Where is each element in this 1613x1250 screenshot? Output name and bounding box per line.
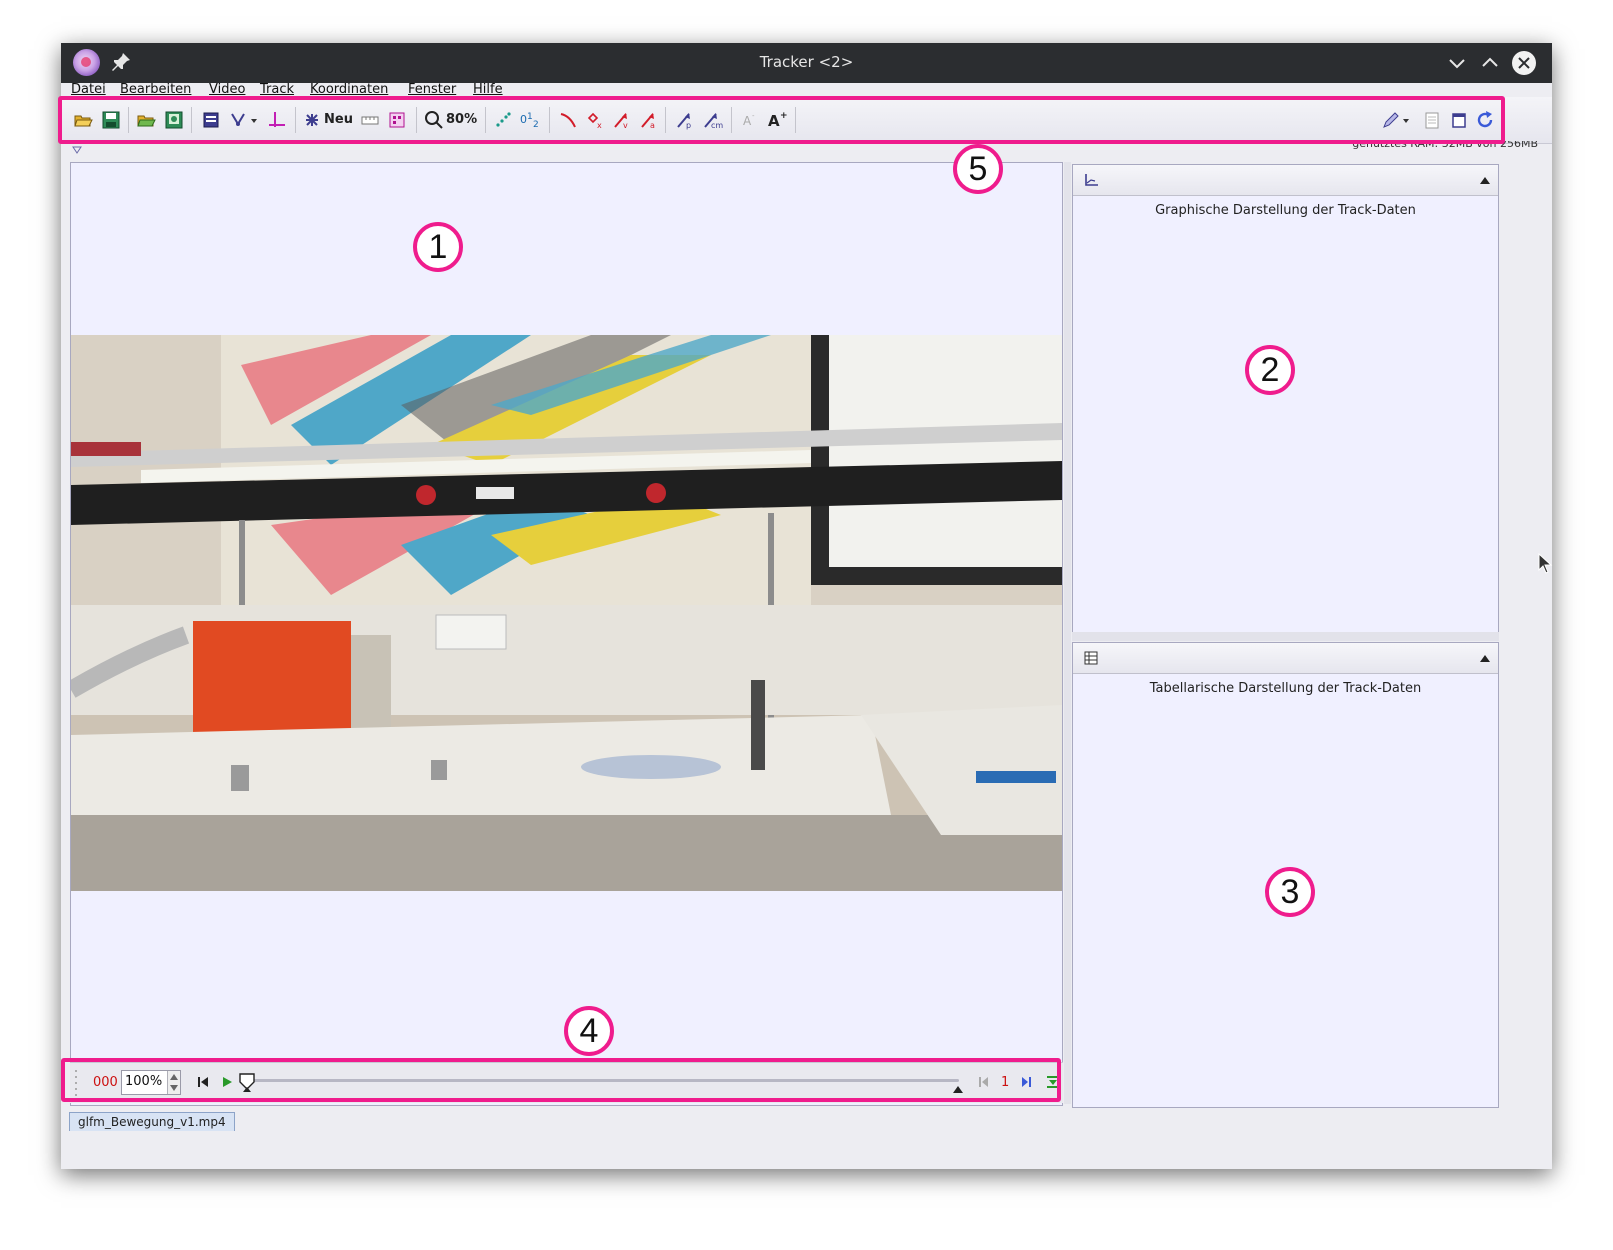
maximize-button[interactable] bbox=[1477, 50, 1503, 76]
horizontal-splitter[interactable] bbox=[1072, 632, 1499, 641]
toolbar-highlight bbox=[58, 96, 1505, 144]
expand-arrow-icon[interactable] bbox=[72, 146, 82, 154]
annotation-2: 2 bbox=[1245, 345, 1295, 395]
annotation-5: 5 bbox=[953, 144, 1003, 194]
menu-video[interactable]: Video bbox=[209, 83, 245, 97]
collapse-arrow-icon[interactable] bbox=[1480, 654, 1490, 662]
vertical-splitter[interactable] bbox=[1064, 162, 1071, 1104]
menu-datei[interactable]: Datei bbox=[71, 83, 106, 97]
minimize-button[interactable] bbox=[1444, 50, 1470, 76]
collapse-arrow-icon[interactable] bbox=[1480, 176, 1490, 184]
video-panel[interactable] bbox=[70, 162, 1063, 1106]
plot-panel-header bbox=[1073, 165, 1498, 196]
annotation-4: 4 bbox=[564, 1006, 614, 1056]
menu-track[interactable]: Track bbox=[260, 83, 294, 97]
player-bar-highlight bbox=[61, 1058, 1061, 1102]
menu-fenster[interactable]: Fenster bbox=[408, 83, 456, 97]
video-frame[interactable] bbox=[71, 335, 1062, 891]
plot-icon[interactable] bbox=[1083, 172, 1099, 188]
table-icon[interactable] bbox=[1083, 650, 1099, 666]
plot-panel-caption: Graphische Darstellung der Track-Daten bbox=[1155, 203, 1416, 218]
plot-panel[interactable]: Graphische Darstellung der Track-Daten bbox=[1072, 164, 1499, 634]
menu-bearbeiten[interactable]: Bearbeiten bbox=[120, 83, 191, 97]
menu-bar: Datei Bearbeiten Video Track Koordinaten… bbox=[61, 83, 1552, 97]
window-title: Tracker <2> bbox=[759, 53, 854, 71]
close-button[interactable] bbox=[1511, 50, 1537, 76]
title-bar: Tracker <2> bbox=[61, 43, 1552, 83]
menu-hilfe[interactable]: Hilfe bbox=[473, 83, 503, 97]
status-bar: glfm_Bewegung_v1.mp4 bbox=[61, 1110, 1552, 1132]
video-file-tab[interactable]: glfm_Bewegung_v1.mp4 bbox=[69, 1112, 235, 1131]
table-panel-caption: Tabellarische Darstellung der Track-Date… bbox=[1149, 681, 1422, 696]
annotation-3: 3 bbox=[1265, 867, 1315, 917]
table-panel-header bbox=[1073, 643, 1498, 674]
menu-koordinaten[interactable]: Koordinaten bbox=[310, 83, 388, 97]
annotation-1: 1 bbox=[413, 222, 463, 272]
mouse-cursor-icon bbox=[1538, 553, 1553, 574]
tracker-window: Tracker <2> Datei Bearbeiten Video Track… bbox=[61, 43, 1552, 1169]
